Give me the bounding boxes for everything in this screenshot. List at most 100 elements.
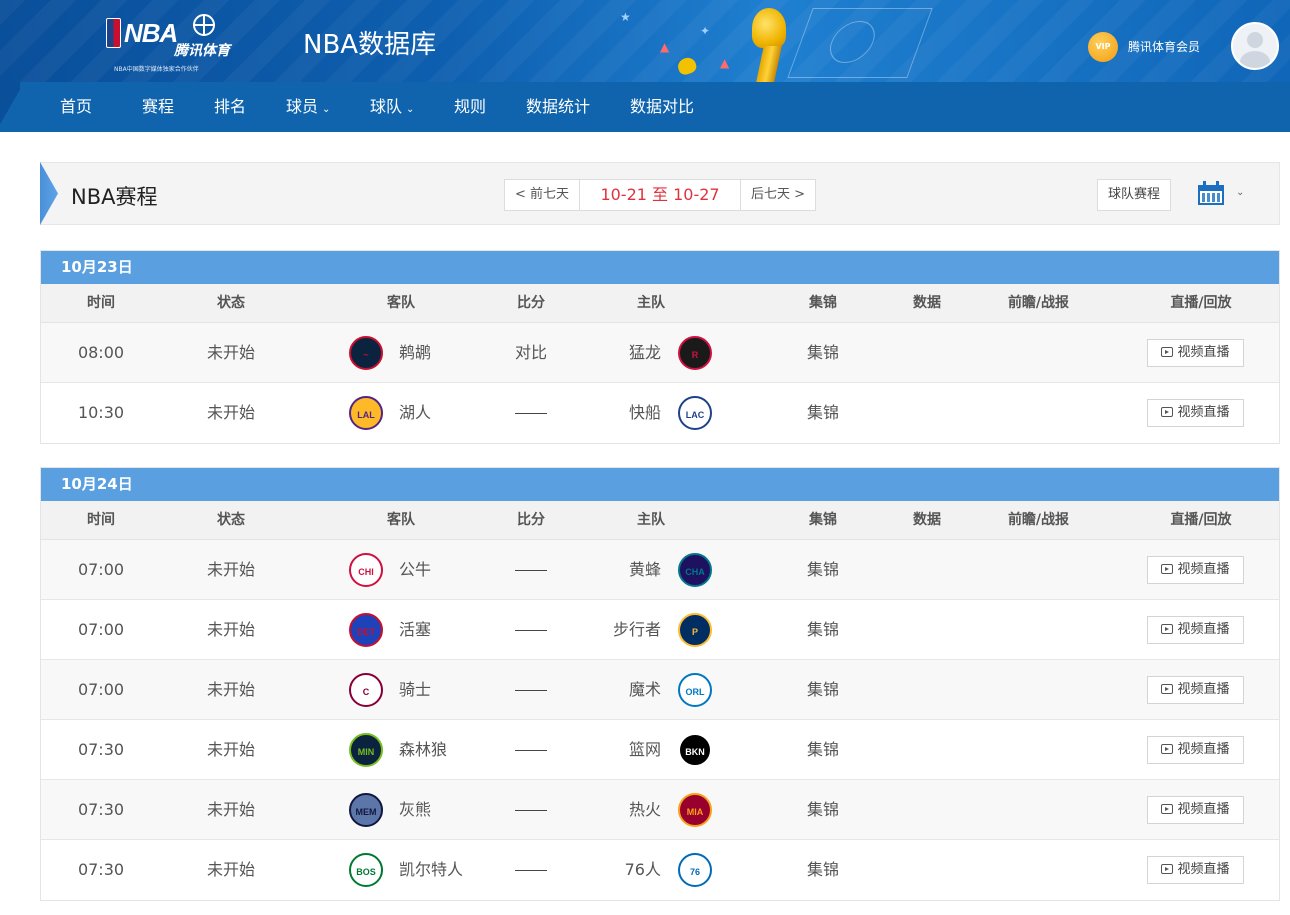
nav-label: 球员 bbox=[286, 97, 319, 116]
nav-item-compare[interactable]: 数据对比 bbox=[630, 82, 694, 132]
highlights-link[interactable]: 集锦 bbox=[807, 383, 839, 443]
video-icon bbox=[1161, 564, 1174, 574]
highlights-link[interactable]: 集锦 bbox=[807, 780, 839, 840]
video-live-button[interactable]: 视频直播 bbox=[1147, 399, 1244, 427]
game-row: 08:00 未开始 ~ 鹈鹕 对比 猛龙 R 集锦 视频直播 bbox=[41, 323, 1279, 383]
chevron-down-icon[interactable]: ⌄ bbox=[1236, 187, 1244, 198]
nav-item-players[interactable]: 球员 ⌄ bbox=[286, 82, 330, 132]
title-flag-decoration bbox=[40, 162, 58, 225]
nav-item-schedule[interactable]: 赛程 bbox=[142, 82, 174, 132]
nba-logo-icon bbox=[106, 18, 121, 48]
away-team-name[interactable]: 公牛 bbox=[399, 540, 431, 600]
game-time: 08:00 bbox=[77, 343, 125, 362]
prev-week-button[interactable]: < 前七天 bbox=[505, 180, 579, 210]
video-live-button[interactable]: 视频直播 bbox=[1147, 796, 1244, 824]
video-icon bbox=[1161, 684, 1174, 694]
lakers-logo-icon[interactable]: LAL bbox=[349, 396, 383, 430]
away-team-name[interactable]: 凯尔特人 bbox=[399, 840, 463, 900]
away-team-name[interactable]: 骑士 bbox=[399, 660, 431, 720]
score-placeholder-dash bbox=[515, 630, 547, 631]
vip-membership-link[interactable]: 腾讯体育会员 bbox=[1128, 38, 1200, 55]
nav-label: 排名 bbox=[214, 97, 247, 116]
nav-item-standings[interactable]: 排名 bbox=[214, 82, 246, 132]
pacers-logo-icon[interactable]: P bbox=[678, 613, 712, 647]
next-week-button[interactable]: 后七天 > bbox=[741, 180, 815, 210]
hornets-logo-icon[interactable]: CHA bbox=[678, 553, 712, 587]
highlights-link[interactable]: 集锦 bbox=[807, 660, 839, 720]
video-live-label: 视频直播 bbox=[1177, 802, 1230, 817]
magic-logo-icon[interactable]: ORL bbox=[678, 673, 712, 707]
game-row: 07:30 未开始 MEM 灰熊 热火 MIA 集锦 视频直播 bbox=[41, 780, 1279, 840]
away-team-name[interactable]: 鹈鹕 bbox=[399, 323, 431, 383]
vip-icon[interactable]: VIP bbox=[1088, 32, 1118, 62]
bulls-logo-icon[interactable]: CHI bbox=[349, 553, 383, 587]
video-live-label: 视频直播 bbox=[1177, 682, 1230, 697]
nav-item-rules[interactable]: 规则 bbox=[454, 82, 486, 132]
away-team-name[interactable]: 灰熊 bbox=[399, 780, 431, 840]
video-live-button[interactable]: 视频直播 bbox=[1147, 556, 1244, 584]
day-date-header: 10月23日 bbox=[41, 251, 1279, 284]
score-placeholder-dash bbox=[515, 750, 547, 751]
highlights-link[interactable]: 集锦 bbox=[807, 323, 839, 383]
team-schedule-button[interactable]: 球队赛程 bbox=[1097, 179, 1172, 211]
highlights-link[interactable]: 集锦 bbox=[807, 600, 839, 660]
page-title: NBA赛程 bbox=[71, 185, 158, 209]
game-status: 未开始 bbox=[206, 860, 255, 879]
nets-logo-icon[interactable]: BKN bbox=[678, 733, 712, 767]
game-row: 07:00 未开始 DET 活塞 步行者 P 集锦 视频直播 bbox=[41, 600, 1279, 660]
score-placeholder-dash bbox=[515, 413, 547, 414]
highlights-link[interactable]: 集锦 bbox=[807, 540, 839, 600]
home-team-name[interactable]: 76人 bbox=[625, 840, 661, 900]
video-live-button[interactable]: 视频直播 bbox=[1147, 616, 1244, 644]
col-score-header: 比分 bbox=[517, 512, 545, 528]
compare-link[interactable]: 对比 bbox=[515, 323, 547, 383]
video-icon bbox=[1161, 864, 1174, 874]
video-live-button[interactable]: 视频直播 bbox=[1147, 676, 1244, 704]
highlights-link[interactable]: 集锦 bbox=[807, 720, 839, 780]
game-status: 未开始 bbox=[206, 560, 255, 579]
cavaliers-logo-icon[interactable]: C bbox=[349, 673, 383, 707]
home-team-name[interactable]: 猛龙 bbox=[629, 323, 661, 383]
nav-label: 赛程 bbox=[142, 97, 175, 116]
nav-item-teams[interactable]: 球队 ⌄ bbox=[370, 82, 414, 132]
grizzlies-logo-icon[interactable]: MEM bbox=[349, 793, 383, 827]
away-team-name[interactable]: 森林狼 bbox=[399, 720, 447, 780]
pelicans-logo-icon[interactable]: ~ bbox=[349, 336, 383, 370]
video-live-button[interactable]: 视频直播 bbox=[1147, 736, 1244, 764]
game-time: 07:00 bbox=[77, 680, 125, 699]
game-time: 07:00 bbox=[77, 620, 125, 639]
game-row: 07:30 未开始 MIN 森林狼 篮网 BKN 集锦 视频直播 bbox=[41, 720, 1279, 780]
raptors-logo-icon[interactable]: R bbox=[678, 336, 712, 370]
nav-label: 球队 bbox=[370, 97, 403, 116]
calendar-icon[interactable] bbox=[1198, 181, 1224, 205]
timberwolves-logo-icon[interactable]: MIN bbox=[349, 733, 383, 767]
76ers-logo-icon[interactable]: 76 bbox=[678, 853, 712, 887]
away-team-name[interactable]: 湖人 bbox=[399, 383, 431, 443]
home-team-name[interactable]: 魔术 bbox=[629, 660, 661, 720]
home-team-name[interactable]: 黄蜂 bbox=[629, 540, 661, 600]
col-home-header: 主队 bbox=[637, 512, 665, 528]
celtics-logo-icon[interactable]: BOS bbox=[349, 853, 383, 887]
main-nav: 首页 赛程 排名 球员 ⌄ 球队 ⌄ 规则 数据统计 数据对比 bbox=[0, 82, 1290, 132]
nav-label: 数据对比 bbox=[630, 97, 695, 116]
video-live-button[interactable]: 视频直播 bbox=[1147, 856, 1244, 884]
heat-logo-icon[interactable]: MIA bbox=[678, 793, 712, 827]
nav-item-stats[interactable]: 数据统计 bbox=[526, 82, 590, 132]
pistons-logo-icon[interactable]: DET bbox=[349, 613, 383, 647]
clippers-logo-icon[interactable]: LAC bbox=[678, 396, 712, 430]
col-highlights-header: 集锦 bbox=[809, 512, 837, 528]
nav-decoration bbox=[0, 82, 20, 132]
video-live-button[interactable]: 视频直播 bbox=[1147, 339, 1244, 367]
home-team-name[interactable]: 热火 bbox=[629, 780, 661, 840]
user-avatar[interactable] bbox=[1231, 22, 1279, 70]
nav-item-home[interactable]: 首页 bbox=[60, 82, 92, 132]
home-team-name[interactable]: 快船 bbox=[629, 383, 661, 443]
home-team-name[interactable]: 篮网 bbox=[629, 720, 661, 780]
game-row: 07:00 未开始 C 骑士 魔术 ORL 集锦 视频直播 bbox=[41, 660, 1279, 720]
highlights-link[interactable]: 集锦 bbox=[807, 840, 839, 900]
logo-subtitle: NBA中国数字媒体独家合作伙伴 bbox=[114, 66, 199, 73]
site-logo[interactable]: NBA · 腾讯体育 NBA中国数字媒体独家合作伙伴 bbox=[106, 14, 236, 74]
away-team-name[interactable]: 活塞 bbox=[399, 600, 431, 660]
col-status-header: 状态 bbox=[217, 512, 245, 528]
home-team-name[interactable]: 步行者 bbox=[613, 600, 661, 660]
